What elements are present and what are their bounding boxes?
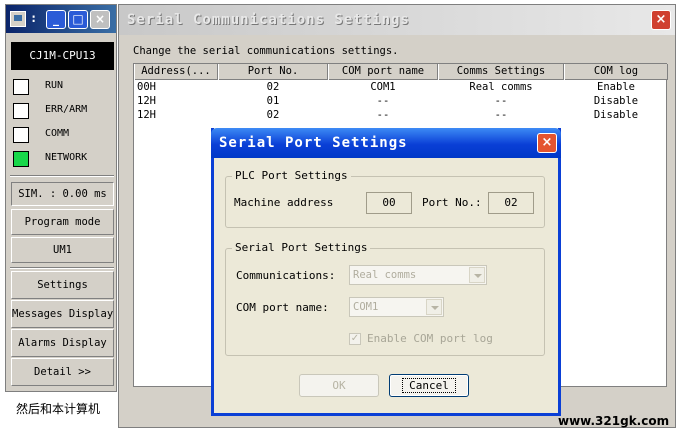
serial-communications-title-bar: Serial Communications Settings × — [119, 5, 675, 35]
column-header-com-log[interactable]: COM log — [564, 64, 668, 80]
serial-port-settings-dialog: Serial Port Settings × PLC Port Settings… — [211, 128, 561, 416]
led-indicator-icon — [13, 103, 29, 119]
cell-comms-settings: -- — [494, 109, 508, 121]
program-mode-button[interactable]: Program mode — [11, 209, 114, 235]
detail-button[interactable]: Detail >> — [11, 358, 114, 386]
led-indicator-icon — [13, 127, 29, 143]
dialog-title: Serial Port Settings — [219, 135, 408, 151]
cycle-time-display: SIM. : 0.00 ms — [11, 182, 114, 206]
communications-value: Real comms — [353, 269, 417, 281]
cell-address: 12H — [137, 95, 156, 107]
com-port-name-value: COM1 — [353, 301, 379, 313]
window-title: Serial Communications Settings — [127, 12, 410, 28]
enable-com-log-checkbox[interactable]: ✓ — [349, 333, 361, 345]
serial-port-settings-group: Serial Port Settings Communications: Rea… — [225, 241, 545, 356]
column-header-com-port[interactable]: COM port name — [328, 64, 438, 80]
column-header-port-no[interactable]: Port No. — [218, 64, 328, 80]
led-label: NETWORK — [45, 152, 88, 163]
table-row[interactable]: 12H 02 -- -- Disable — [134, 109, 668, 123]
cell-port-no: 02 — [266, 81, 280, 93]
cell-com-log: Enable — [597, 81, 635, 93]
alarms-display-button[interactable]: Alarms Display — [11, 329, 114, 357]
cell-com-log: Disable — [593, 95, 639, 107]
cell-port-no: 02 — [266, 109, 280, 121]
close-button[interactable]: × — [90, 10, 110, 29]
divider — [10, 267, 114, 269]
close-button[interactable]: × — [651, 10, 671, 30]
cell-comms-settings: -- — [494, 95, 508, 107]
cpu-model-label: CJ1M-CPU13 — [11, 42, 114, 70]
settings-button[interactable]: Settings — [11, 271, 114, 299]
column-header-address[interactable]: Address(... — [134, 64, 218, 80]
communications-select[interactable]: Real comms — [349, 265, 487, 285]
cell-com-port: -- — [376, 109, 390, 121]
com-port-name-label: COM port name: — [236, 301, 329, 314]
cell-address: 00H — [137, 81, 156, 93]
chevron-down-icon[interactable] — [426, 299, 442, 315]
um-button[interactable]: UM1 — [11, 237, 114, 263]
title-separator: : — [30, 11, 38, 25]
enable-com-log-label: Enable COM port log — [367, 332, 493, 345]
plc-simulator-panel: : _ □ × CJ1M-CPU13 RUN ERR/ARM COMM NETW… — [5, 4, 117, 392]
cell-com-port: -- — [376, 95, 390, 107]
led-label: ERR/ARM — [45, 104, 88, 115]
port-no-field[interactable]: 02 — [488, 192, 534, 214]
cell-com-port: COM1 — [370, 81, 396, 93]
table-row[interactable]: 00H 02 COM1 Real comms Enable — [134, 81, 668, 95]
close-button[interactable]: × — [537, 133, 557, 153]
led-indicator-icon — [13, 79, 29, 95]
dialog-title-bar: Serial Port Settings × — [211, 128, 561, 158]
column-header-comms-settings[interactable]: Comms Settings — [438, 64, 564, 80]
cell-address: 12H — [137, 109, 156, 121]
cell-comms-settings: Real comms — [469, 81, 533, 93]
communications-label: Communications: — [236, 269, 336, 282]
simulator-title-bar: : _ □ × — [6, 5, 116, 33]
watermark: www.321gk.com — [558, 414, 670, 428]
background-caption: 然后和本计算机 — [16, 402, 101, 416]
group-legend: PLC Port Settings — [232, 169, 351, 182]
port-no-label: Port No.: — [422, 196, 482, 209]
ok-button[interactable]: OK — [299, 374, 379, 397]
chevron-down-icon[interactable] — [469, 267, 485, 283]
cancel-label: Cancel — [402, 378, 456, 393]
messages-display-button[interactable]: Messages Display — [11, 300, 114, 328]
cell-port-no: 01 — [266, 95, 280, 107]
led-label: RUN — [45, 80, 64, 91]
machine-address-label: Machine address — [234, 196, 334, 209]
led-indicator-icon — [13, 151, 29, 167]
table-header: Address(... Port No. COM port name Comms… — [134, 64, 668, 80]
led-label: COMM — [45, 128, 70, 139]
cell-com-log: Disable — [593, 109, 639, 121]
divider — [10, 175, 114, 177]
maximize-button[interactable]: □ — [68, 10, 88, 29]
group-legend: Serial Port Settings — [232, 241, 371, 254]
cancel-button[interactable]: Cancel — [389, 374, 469, 397]
com-port-name-select[interactable]: COM1 — [349, 297, 444, 317]
plc-port-settings-group: PLC Port Settings Machine address 00 Por… — [225, 169, 545, 228]
window-description: Change the serial communications setting… — [133, 45, 399, 57]
app-icon[interactable] — [10, 11, 26, 27]
minimize-button[interactable]: _ — [46, 10, 66, 29]
table-row[interactable]: 12H 01 -- -- Disable — [134, 95, 668, 109]
machine-address-field[interactable]: 00 — [366, 192, 412, 214]
